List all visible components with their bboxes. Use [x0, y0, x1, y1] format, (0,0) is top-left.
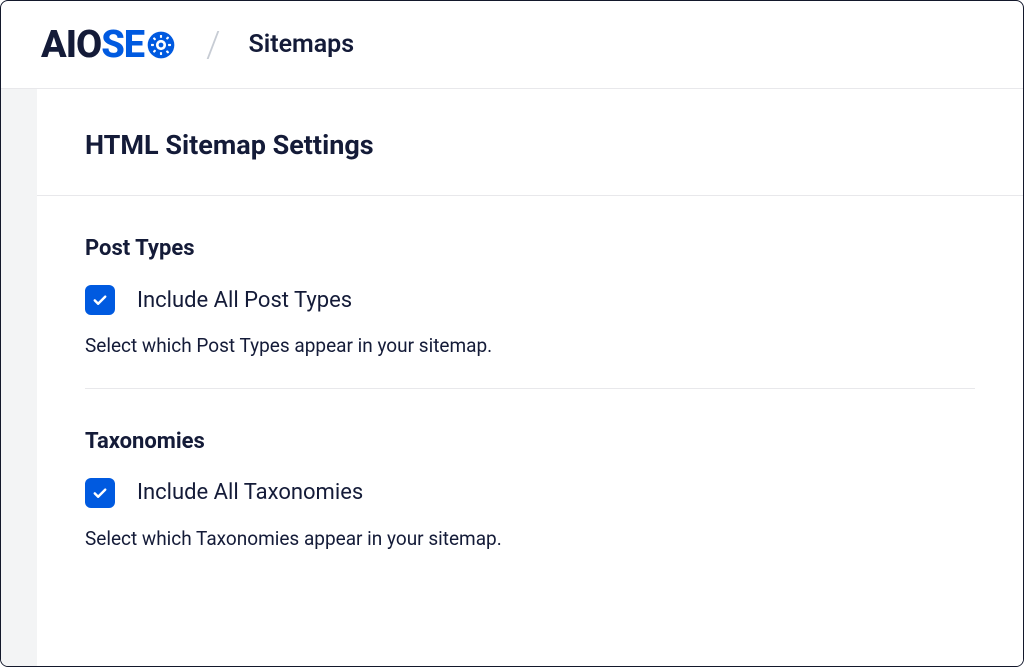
logo: AIO SE	[41, 23, 178, 67]
logo-text-se: SE	[101, 23, 144, 67]
section-title-post-types: Post Types	[85, 236, 975, 261]
side-gutter	[1, 89, 37, 667]
card-title: HTML Sitemap Settings	[85, 129, 975, 161]
card-header: HTML Sitemap Settings	[37, 89, 1023, 195]
logo-text-aio: AIO	[41, 23, 101, 67]
check-icon	[91, 291, 109, 309]
section-taxonomies: Taxonomies Include All Taxonomies Select…	[37, 389, 1023, 581]
checkbox-row-post-types: Include All Post Types	[85, 285, 975, 315]
breadcrumb-separator: /	[206, 24, 220, 66]
gear-icon	[144, 29, 178, 61]
check-icon	[91, 484, 109, 502]
page-title: Sitemaps	[248, 30, 354, 59]
app-frame: AIO SE	[0, 0, 1024, 667]
logo-text-seo: SE	[101, 23, 178, 67]
checkbox-include-all-taxonomies[interactable]	[85, 478, 115, 508]
checkbox-label-taxonomies: Include All Taxonomies	[137, 480, 363, 505]
checkbox-row-taxonomies: Include All Taxonomies	[85, 478, 975, 508]
helper-taxonomies: Select which Taxonomies appear in your s…	[85, 526, 975, 553]
checkbox-include-all-post-types[interactable]	[85, 285, 115, 315]
section-post-types: Post Types Include All Post Types Select…	[37, 196, 1023, 388]
app-header: AIO SE	[1, 1, 1023, 89]
body: HTML Sitemap Settings Post Types Include…	[1, 89, 1023, 667]
checkbox-label-post-types: Include All Post Types	[137, 288, 352, 313]
settings-card: HTML Sitemap Settings Post Types Include…	[37, 89, 1023, 667]
section-title-taxonomies: Taxonomies	[85, 429, 975, 454]
helper-post-types: Select which Post Types appear in your s…	[85, 333, 975, 360]
